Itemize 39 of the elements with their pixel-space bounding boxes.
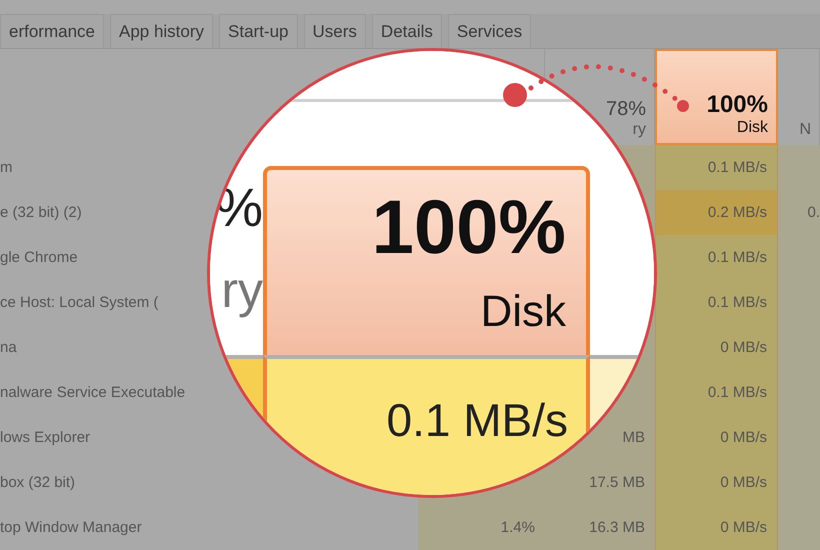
- tab[interactable]: App history: [110, 14, 214, 48]
- table-cell: 1.4%: [418, 505, 545, 550]
- table-cell: 0.1 MB/s: [655, 280, 778, 325]
- tab[interactable]: erformance: [0, 14, 104, 48]
- tab[interactable]: Start-up: [219, 14, 298, 48]
- process-name: nalware Service Executable: [0, 384, 186, 401]
- disk-percent: 100%: [372, 190, 566, 266]
- process-name: box (32 bit): [0, 474, 76, 491]
- table-cell: 0 MB/s: [655, 325, 778, 370]
- table-cell: 0.1 MB/s: [655, 145, 778, 190]
- header-percent: 100%: [706, 91, 768, 119]
- table-cell: 0.2 MB/s: [655, 190, 778, 235]
- table-cell: 0 MB/s: [655, 460, 778, 505]
- column-header[interactable]: 100% Disk: [655, 49, 778, 145]
- table-cell: 17.5 MB: [545, 460, 655, 505]
- header-percent: 78%: [606, 98, 646, 121]
- process-name: na: [0, 339, 17, 356]
- table-cell: 0 MB/s: [655, 505, 778, 550]
- table-cell: [778, 145, 820, 190]
- tab[interactable]: Users: [304, 14, 366, 48]
- magnified-text: ry: [221, 265, 263, 315]
- process-name: ce Host: Local System (: [0, 294, 158, 311]
- header-label: ry: [632, 121, 646, 139]
- table-cell: 0 MB/s: [655, 415, 778, 460]
- table-cell: 0.1 MB/s: [655, 235, 778, 280]
- tab[interactable]: Services: [448, 14, 532, 48]
- process-name: e (32 bit) (2): [0, 204, 82, 221]
- process-name: top Window Manager: [0, 519, 142, 536]
- header-label: Disk: [736, 119, 768, 137]
- header-label: N: [799, 121, 811, 139]
- table-cell: 0.1 MB/s: [655, 370, 778, 415]
- table-cell: [778, 505, 820, 550]
- table-cell: 0.: [778, 190, 820, 235]
- process-name: lows Explorer: [0, 429, 90, 446]
- process-name: gle Chrome: [0, 249, 78, 266]
- process-name: m: [0, 159, 12, 176]
- tab[interactable]: Details: [372, 14, 442, 48]
- table-cell: 16.3 MB: [545, 505, 655, 550]
- disk-label: Disk: [480, 290, 566, 334]
